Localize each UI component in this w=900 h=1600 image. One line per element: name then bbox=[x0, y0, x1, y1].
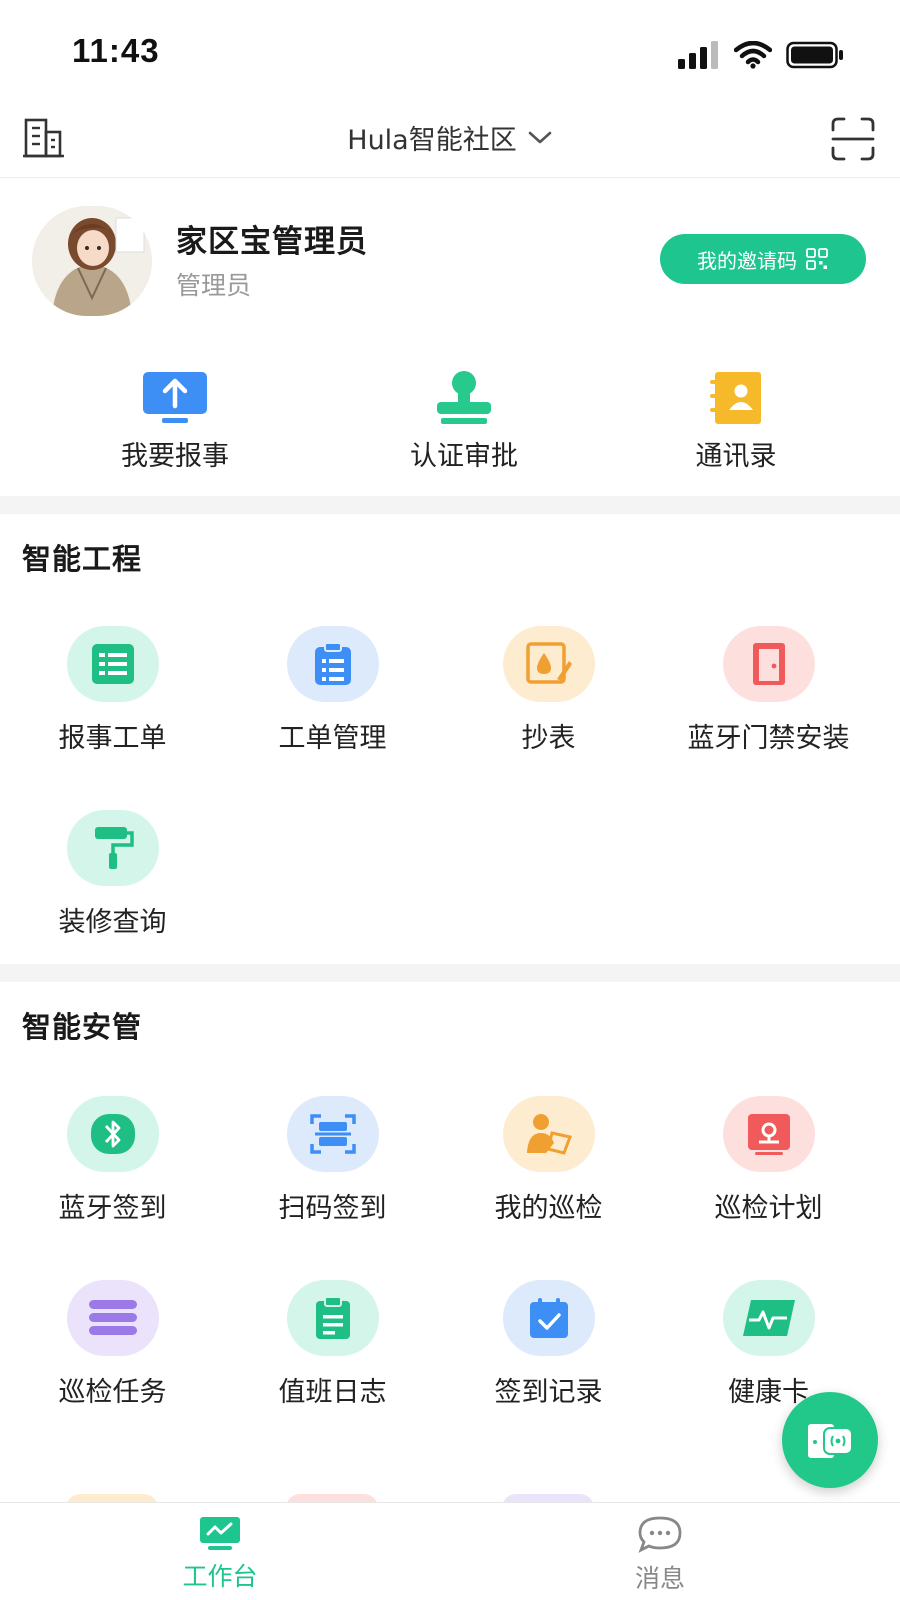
health-card-icon bbox=[722, 1280, 815, 1356]
door-icon bbox=[722, 626, 815, 702]
status-bar: 11:43 bbox=[0, 0, 900, 100]
tab-label: 工作台 bbox=[182, 1562, 258, 1591]
quick-actions: 我要报事 认证审批 通讯录 bbox=[0, 340, 900, 506]
grid-item-inspection-plan[interactable]: 巡检计划 bbox=[656, 1096, 881, 1225]
profile-name: 家区宝管理员 bbox=[176, 224, 368, 260]
grid-item-label: 装修查询 bbox=[58, 907, 167, 938]
tab-label: 消息 bbox=[634, 1564, 685, 1593]
quick-action-label: 我要报事 bbox=[121, 441, 229, 472]
grid-item-decoration-query[interactable]: 装修查询 bbox=[0, 810, 225, 939]
quick-action-approval[interactable]: 认证审批 bbox=[364, 370, 564, 473]
community-title: Hula智能社区 bbox=[347, 125, 517, 156]
profile-card: 家区宝管理员 管理员 我的邀请码 bbox=[0, 180, 900, 341]
profile-role: 管理员 bbox=[176, 271, 252, 300]
grid-item-label: 巡检任务 bbox=[58, 1377, 167, 1408]
floating-door-open-button[interactable] bbox=[782, 1392, 878, 1488]
section-gap bbox=[0, 964, 900, 982]
grid-item-label: 扫码签到 bbox=[278, 1193, 387, 1224]
paint-roller-icon bbox=[66, 810, 159, 886]
status-icons bbox=[678, 38, 844, 72]
invite-code-label: 我的邀请码 bbox=[697, 248, 797, 273]
scan-code-icon bbox=[286, 1096, 379, 1172]
workbench-icon bbox=[200, 1517, 240, 1550]
scan-icon[interactable] bbox=[830, 116, 876, 162]
chevron-down-icon bbox=[528, 131, 552, 143]
grid-item-label: 我的巡检 bbox=[494, 1193, 603, 1224]
qr-code-icon bbox=[806, 248, 828, 270]
stamp-icon bbox=[429, 370, 499, 426]
grid-item-report-order[interactable]: 报事工单 bbox=[0, 626, 225, 755]
grid-item-label: 值班日志 bbox=[278, 1377, 387, 1408]
grid-item-label: 工单管理 bbox=[278, 723, 387, 754]
nav-bar: Hula智能社区 bbox=[0, 100, 900, 178]
section-title: 智能工程 bbox=[22, 542, 143, 576]
door-nfc-icon bbox=[808, 1424, 853, 1458]
quick-action-report[interactable]: 我要报事 bbox=[75, 370, 275, 473]
signal-icon bbox=[678, 41, 718, 69]
grid-item-label: 签到记录 bbox=[494, 1377, 603, 1408]
clipboard-list-icon bbox=[286, 626, 379, 702]
inspector-icon bbox=[502, 1096, 595, 1172]
status-time: 11:43 bbox=[72, 32, 160, 69]
quick-action-contacts[interactable]: 通讯录 bbox=[636, 370, 836, 473]
community-selector[interactable]: Hula智能社区 bbox=[0, 118, 900, 157]
meter-reading-icon bbox=[502, 626, 595, 702]
task-layers-icon bbox=[66, 1280, 159, 1356]
section-smart-security: 智能安管 蓝牙签到 扫码签到 我的巡检 巡检计划 巡检任务 值班日志 签到记录 … bbox=[0, 982, 900, 1502]
section-title: 智能安管 bbox=[22, 1010, 143, 1044]
calendar-check-icon bbox=[502, 1280, 595, 1356]
wifi-icon bbox=[734, 41, 772, 69]
grid-item-label: 报事工单 bbox=[58, 723, 167, 754]
avatar[interactable] bbox=[32, 206, 152, 316]
grid-item-checkin-record[interactable]: 签到记录 bbox=[436, 1280, 661, 1409]
section-smart-engineering: 智能工程 报事工单 工单管理 抄表 蓝牙门禁安装 装修查询 bbox=[0, 514, 900, 964]
tab-bar: 工作台 消息 bbox=[0, 1502, 900, 1600]
duty-log-icon bbox=[286, 1280, 379, 1356]
grid-item-label: 巡检计划 bbox=[714, 1193, 823, 1224]
contact-book-icon bbox=[701, 370, 771, 426]
upload-report-icon bbox=[140, 370, 210, 426]
tab-messages[interactable]: 消息 bbox=[560, 1515, 760, 1595]
grid-item-bluetooth-door[interactable]: 蓝牙门禁安装 bbox=[656, 626, 881, 755]
grid-item-meter-reading[interactable]: 抄表 bbox=[436, 626, 661, 755]
grid-item-bluetooth-checkin[interactable]: 蓝牙签到 bbox=[0, 1096, 225, 1225]
grid-item-label: 蓝牙门禁安装 bbox=[687, 723, 850, 754]
quick-action-label: 通讯录 bbox=[695, 441, 777, 472]
bluetooth-icon bbox=[66, 1096, 159, 1172]
quick-action-label: 认证审批 bbox=[410, 441, 518, 472]
work-order-list-icon bbox=[66, 626, 159, 702]
grid-item-label: 抄表 bbox=[521, 723, 576, 754]
battery-icon bbox=[786, 41, 843, 69]
grid-item-label: 蓝牙签到 bbox=[58, 1193, 167, 1224]
grid-item-inspection-task[interactable]: 巡检任务 bbox=[0, 1280, 225, 1409]
invite-code-button[interactable]: 我的邀请码 bbox=[660, 234, 866, 284]
tab-workbench[interactable]: 工作台 bbox=[120, 1515, 320, 1593]
grid-item-duty-log[interactable]: 值班日志 bbox=[220, 1280, 445, 1409]
grid-item-order-management[interactable]: 工单管理 bbox=[220, 626, 445, 755]
grid-item-my-inspection[interactable]: 我的巡检 bbox=[436, 1096, 661, 1225]
section-gap bbox=[0, 496, 900, 514]
grid-item-scan-checkin[interactable]: 扫码签到 bbox=[220, 1096, 445, 1225]
message-icon bbox=[638, 1516, 682, 1553]
grid-item-health-card[interactable]: 健康卡 bbox=[656, 1280, 881, 1409]
location-plan-icon bbox=[722, 1096, 815, 1172]
